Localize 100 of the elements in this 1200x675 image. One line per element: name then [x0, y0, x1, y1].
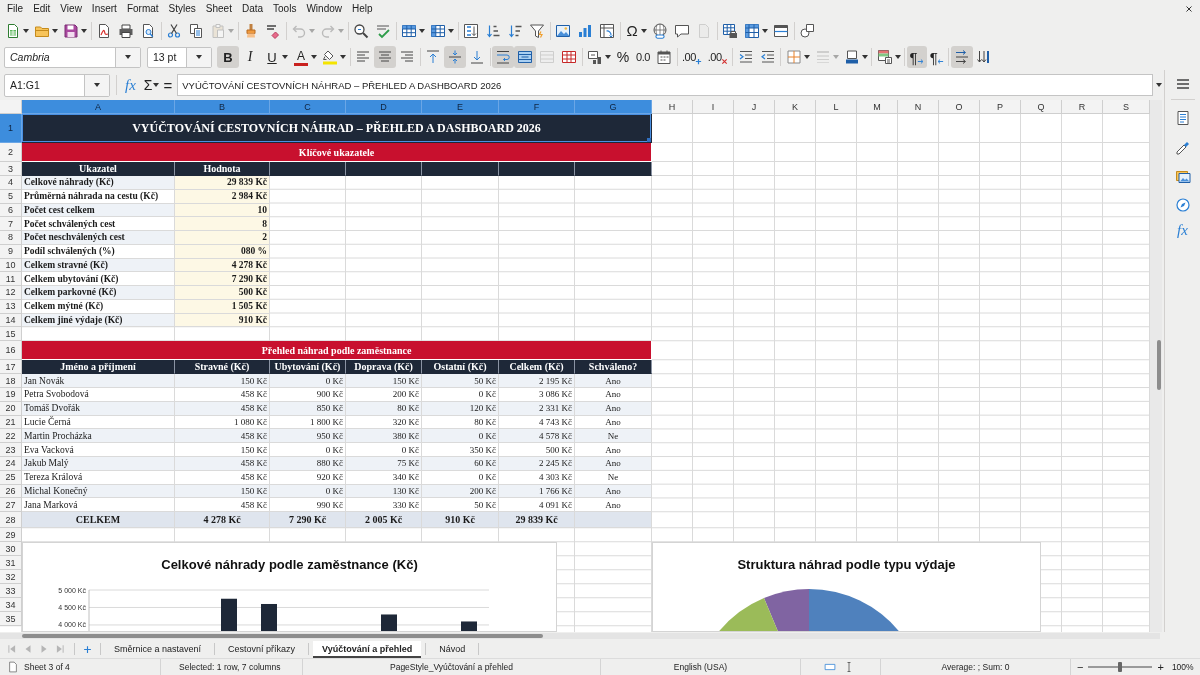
percent-button[interactable]: % — [613, 46, 633, 68]
column-header[interactable]: S — [1103, 100, 1150, 114]
scissors-icon[interactable] — [166, 22, 182, 39]
column-header[interactable]: E — [422, 100, 499, 114]
dropdown-caret-icon[interactable] — [641, 28, 647, 33]
font-color-button[interactable]: A — [294, 48, 308, 66]
scrollbar-thumb[interactable] — [1157, 340, 1161, 390]
dropdown-caret-icon[interactable] — [894, 55, 901, 59]
row-header[interactable]: 31 — [0, 556, 22, 571]
column-header[interactable]: F — [499, 100, 575, 114]
delete-decimal-button[interactable]: .00 — [704, 46, 731, 68]
dropdown-caret-icon[interactable] — [861, 55, 868, 59]
row-header[interactable]: 19 — [0, 388, 22, 402]
printer-icon[interactable] — [118, 22, 134, 39]
functions-button[interactable]: fx — [1177, 222, 1188, 239]
italic-button[interactable]: I — [239, 46, 261, 68]
row-header[interactable]: 15 — [0, 327, 22, 342]
font-size-box[interactable]: 13 pt — [147, 46, 212, 68]
split-window-icon[interactable] — [773, 22, 789, 39]
unmerge-cells-icon[interactable] — [561, 49, 577, 65]
slider-thumb[interactable] — [1118, 662, 1123, 672]
row-header[interactable]: 11 — [0, 272, 22, 286]
spellcheck-icon[interactable] — [375, 22, 391, 39]
number-format-icon[interactable] — [587, 49, 603, 65]
dropdown-caret-icon[interactable] — [762, 28, 768, 33]
column-header[interactable]: A — [22, 100, 175, 114]
table-columns-icon[interactable] — [430, 22, 446, 39]
vertical-scrollbar[interactable] — [1150, 100, 1162, 632]
row-header[interactable]: 29 — [0, 528, 22, 543]
dropdown-caret-icon[interactable] — [196, 55, 202, 59]
dropdown-caret-icon[interactable] — [153, 83, 160, 87]
dropdown-caret-icon[interactable] — [94, 83, 100, 87]
row-header[interactable]: 32 — [0, 570, 22, 585]
column-header[interactable]: G — [575, 100, 652, 114]
left-to-right-button[interactable]: ¶ — [906, 46, 927, 68]
column-header[interactable]: H — [652, 100, 693, 114]
row-header[interactable]: 8 — [0, 231, 22, 245]
menu-item[interactable]: Styles — [163, 3, 201, 14]
column-header[interactable]: K — [775, 100, 816, 114]
image-icon[interactable] — [555, 22, 571, 39]
sort-icon[interactable] — [463, 22, 479, 39]
dropdown-caret-icon[interactable] — [125, 55, 131, 59]
merge-and-center-button[interactable] — [514, 46, 536, 68]
brush-icon[interactable] — [1174, 139, 1191, 155]
add-sheet-icon[interactable] — [83, 644, 92, 654]
column-header[interactable]: D — [346, 100, 422, 114]
dropdown-caret-icon[interactable] — [605, 55, 611, 59]
zoom-out-button[interactable]: − — [1075, 661, 1086, 673]
copy-icon[interactable] — [188, 22, 204, 39]
compass-icon[interactable] — [1174, 197, 1191, 213]
paintbrush-icon[interactable] — [243, 22, 259, 39]
special-character-button[interactable]: Ω — [622, 19, 642, 42]
row-header[interactable]: 28 — [0, 512, 22, 529]
eraser-icon[interactable] — [265, 22, 281, 39]
print-preview-icon[interactable] — [140, 22, 156, 39]
function-wizard-button[interactable]: fx — [123, 74, 138, 96]
formula-button[interactable]: = — [161, 74, 175, 96]
bold-button[interactable]: B — [217, 46, 239, 68]
increase-indent-icon[interactable] — [737, 49, 754, 65]
dropdown-caret-icon[interactable] — [448, 28, 454, 33]
dropdown-caret-icon[interactable] — [340, 55, 346, 59]
column-header[interactable]: Q — [1021, 100, 1062, 114]
sum-button[interactable]: Σ — [141, 74, 155, 96]
column-header[interactable]: R — [1062, 100, 1103, 114]
row-header[interactable]: 17 — [0, 360, 22, 375]
spreadsheet-document-icon[interactable] — [5, 22, 21, 39]
selection-mode-icon[interactable] — [823, 661, 836, 673]
row-header[interactable]: 24 — [0, 457, 22, 471]
wrap-text-button[interactable] — [492, 46, 514, 68]
menu-item[interactable]: Help — [347, 3, 378, 14]
bar-chart-icon[interactable] — [577, 22, 593, 39]
row-header[interactable]: 2 — [0, 143, 22, 162]
horizontal-scrollbar[interactable] — [0, 633, 1160, 639]
menu-item[interactable]: Sheet — [200, 3, 237, 14]
dropdown-caret-icon[interactable] — [311, 55, 317, 59]
row-header[interactable]: 18 — [0, 374, 22, 389]
row-header[interactable]: 1 — [0, 114, 22, 143]
sheet-tab[interactable]: Směrnice a nastavení — [105, 640, 211, 658]
formula-input[interactable]: VYÚČTOVÁNÍ CESTOVNÍCH NÁHRAD – PŘEHLED A DASHBOARD 2026 — [177, 74, 1153, 96]
print-area-icon[interactable] — [722, 22, 738, 39]
border-color-icon[interactable] — [843, 49, 860, 65]
menu-item[interactable]: Format — [121, 3, 164, 14]
add-decimal-button[interactable]: .00 — [679, 46, 705, 68]
menu-item[interactable]: View — [55, 3, 87, 14]
dropdown-caret-icon[interactable] — [1156, 83, 1162, 87]
dropdown-caret-icon[interactable] — [81, 28, 87, 33]
underline-button[interactable]: U — [261, 46, 283, 68]
column-header[interactable]: C — [270, 100, 346, 114]
column-header[interactable]: I — [693, 100, 734, 114]
row-header[interactable]: 12 — [0, 286, 22, 300]
filter-icon[interactable] — [529, 22, 545, 39]
menu-item[interactable]: Window — [301, 3, 347, 14]
row-header[interactable]: 4 — [0, 176, 22, 190]
row-header[interactable]: 34 — [0, 598, 22, 613]
table-rows-icon[interactable] — [401, 22, 417, 39]
menu-item[interactable]: Tools — [268, 3, 302, 14]
row-header[interactable]: 33 — [0, 584, 22, 599]
menu-item[interactable]: Edit — [28, 3, 56, 14]
row-header[interactable]: 7 — [0, 217, 22, 231]
row-header[interactable]: 22 — [0, 429, 22, 444]
